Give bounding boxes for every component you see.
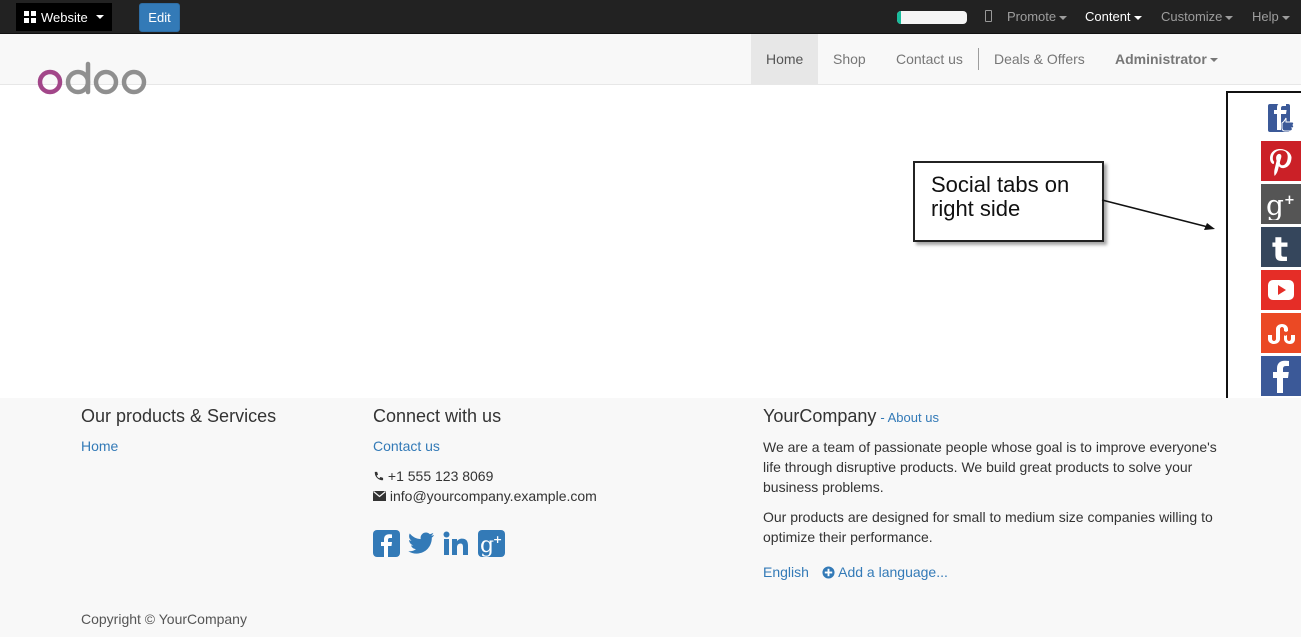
google-plus-tab[interactable]: g + [1261, 184, 1301, 224]
youtube-tab[interactable] [1261, 270, 1301, 310]
promote-menu[interactable]: Promote [1007, 9, 1068, 24]
email-address: info@yourcompany.example.com [389, 488, 597, 504]
svg-text:+: + [1284, 193, 1295, 208]
google-plus-icon[interactable]: g+ [478, 530, 505, 557]
admin-bar: Website Edit Promote Content Customize H… [0, 0, 1301, 34]
youtube-icon [1268, 280, 1294, 300]
user-menu[interactable]: Administrator [1115, 34, 1218, 84]
site-header: odoo Home Shop Contact us Deals & Offers… [0, 34, 1301, 95]
edit-button[interactable]: Edit [139, 3, 180, 32]
company-title: YourCompany - About us [763, 406, 939, 427]
tumblr-tab[interactable]: t [1261, 227, 1301, 267]
company-products-text: Our products are designed for small to m… [763, 509, 1213, 545]
copyright-text: Copyright © YourCompany [81, 611, 247, 627]
caret-down-icon [1133, 15, 1142, 20]
annotation-line-1: Social tabs on [931, 172, 1070, 197]
company-description: We are a team of passionate people whose… [763, 439, 1217, 495]
facebook-tab[interactable] [1261, 356, 1301, 396]
caret-down-icon [1209, 58, 1218, 63]
pinterest-icon [1270, 149, 1292, 176]
envelope-icon [373, 491, 386, 501]
linkedin-icon[interactable] [443, 530, 470, 557]
email-line: info@yourcompany.example.com [373, 486, 597, 506]
nav-deals-offers[interactable]: Deals & Offers [994, 34, 1085, 84]
website-menu-label: Website [41, 9, 88, 25]
phone-line: +1 555 123 8069 [373, 466, 493, 486]
promote-label: Promote [1007, 9, 1057, 24]
progress-fill [897, 11, 901, 24]
apps-grid-icon [24, 11, 36, 23]
connect-title: Connect with us [373, 406, 502, 426]
caret-down-icon [1225, 15, 1234, 20]
caret-down-icon [95, 15, 104, 19]
plus-circle-icon [822, 566, 835, 579]
footer-social-icons: g + [373, 530, 505, 557]
company-name: YourCompany [763, 406, 877, 426]
page: Website Edit Promote Content Customize H… [0, 0, 1301, 637]
customize-menu[interactable]: Customize [1161, 9, 1234, 24]
about-us-link[interactable]: - About us [880, 410, 939, 425]
add-language-label: Add a language... [838, 564, 948, 580]
phone-number: +1 555 123 8069 [387, 468, 494, 484]
facebook-like-icon [1268, 103, 1295, 132]
phone-icon [374, 471, 384, 481]
svg-text:t: t [1272, 230, 1288, 264]
mobile-preview-icon[interactable] [985, 10, 992, 22]
nav-home[interactable]: Home [751, 34, 819, 84]
stumbleupon-tab[interactable] [1261, 313, 1301, 353]
twitter-icon[interactable] [408, 530, 435, 557]
website-menu-button[interactable]: Website [16, 3, 112, 31]
stumbleupon-icon [1268, 324, 1295, 344]
google-plus-icon: g + [1266, 189, 1295, 220]
svg-text:g: g [1266, 189, 1284, 220]
customize-label: Customize [1161, 9, 1223, 24]
footer-home-link[interactable]: Home [81, 438, 118, 454]
logo-text: odoo [36, 52, 39, 53]
facebook-like-tab[interactable] [1261, 98, 1301, 138]
content-menu[interactable]: Content [1085, 9, 1142, 24]
add-language-link[interactable]: Add a language... [822, 564, 948, 580]
help-menu[interactable]: Help [1252, 9, 1290, 24]
language-english-link[interactable]: English [763, 564, 809, 580]
nav-shop[interactable]: Shop [833, 34, 866, 84]
odoo-logo[interactable]: odoo [36, 52, 148, 98]
annotation-line-2: right side [931, 196, 1021, 221]
svg-text:g: g [480, 533, 494, 557]
content-label: Content [1085, 9, 1131, 24]
annotation-callout: Social tabs on right side [913, 161, 1104, 242]
footer-contact-link[interactable]: Contact us [373, 438, 440, 454]
facebook-icon [1273, 360, 1289, 393]
facebook-icon[interactable] [373, 530, 400, 557]
annotation-arrow [1101, 199, 1215, 230]
tumblr-icon: t [1272, 230, 1288, 264]
products-services-title: Our products & Services [81, 406, 277, 426]
help-label: Help [1252, 9, 1279, 24]
nav-divider [978, 48, 979, 70]
svg-text:+: + [493, 533, 502, 546]
caret-down-icon [1059, 15, 1068, 20]
publish-progress-bar [897, 11, 967, 24]
nav-contact-us[interactable]: Contact us [896, 34, 963, 84]
user-name: Administrator [1115, 51, 1207, 67]
pinterest-tab[interactable] [1261, 141, 1301, 181]
caret-down-icon [1281, 15, 1290, 20]
